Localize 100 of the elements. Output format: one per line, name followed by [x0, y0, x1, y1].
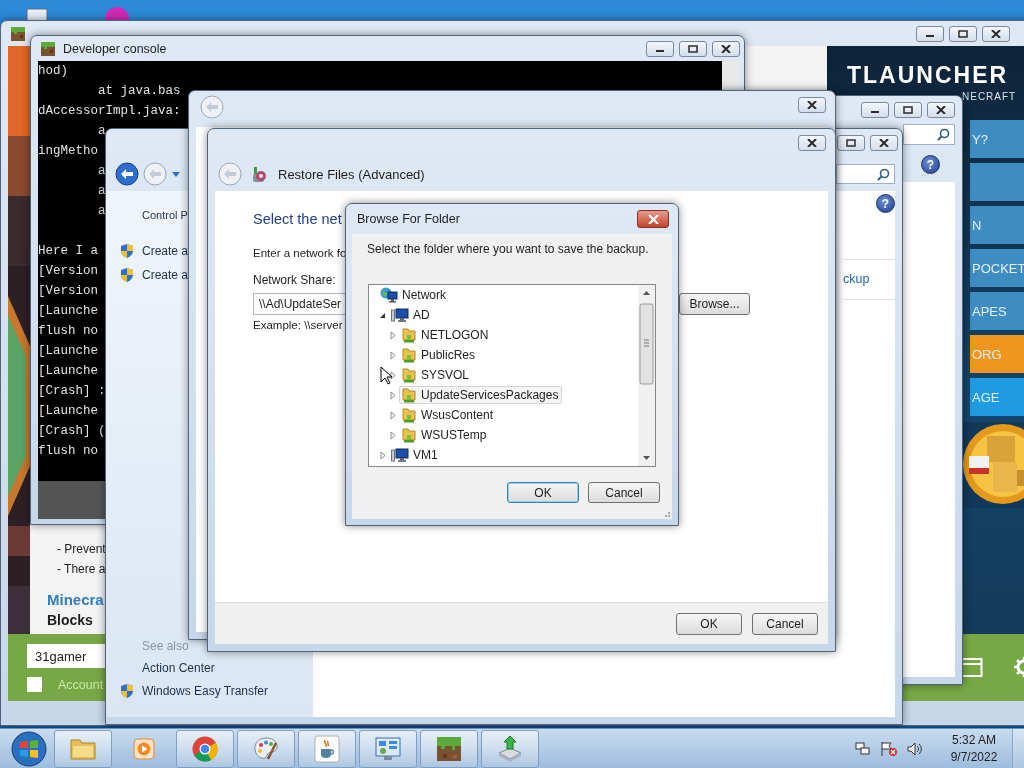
search-field[interactable]	[903, 124, 955, 145]
backup-icon	[251, 165, 268, 183]
field-label: Network Share:	[253, 273, 336, 287]
news-subheading: Blocks	[47, 612, 93, 628]
show-desktop-button[interactable]	[1012, 728, 1024, 768]
console-line: flush no	[38, 323, 98, 340]
console-line: ingMetho	[38, 143, 98, 160]
grass-block-icon	[10, 25, 26, 42]
minimize-button[interactable]	[646, 40, 674, 57]
console-line: hod)	[38, 63, 68, 80]
close-icon	[647, 214, 659, 224]
news-text: - Prevent	[56, 541, 106, 558]
console-line: flush no	[38, 443, 98, 460]
network-icon	[380, 287, 398, 303]
taskbar-button[interactable]	[298, 729, 356, 768]
dropdown-arrow-icon[interactable]	[171, 170, 181, 178]
shared-folder-icon	[401, 427, 417, 443]
tree-item[interactable]: UpdateServicesPackages	[399, 386, 563, 404]
nav-link[interactable]: Action Center	[142, 661, 215, 675]
section-heading: See also	[142, 639, 189, 653]
grass-block-icon	[435, 734, 463, 763]
close-icon	[721, 44, 731, 53]
minimize-button[interactable]	[916, 25, 944, 42]
console-line: [Crash] :	[38, 383, 106, 400]
window-title: Developer console	[63, 41, 167, 56]
close-icon	[807, 101, 817, 109]
taskbar-button[interactable]	[359, 729, 417, 768]
console-line: [Launche	[38, 343, 98, 360]
close-button[interactable]	[798, 97, 826, 113]
console-line: [Version	[38, 263, 98, 280]
clock-date[interactable]: 9/7/2022	[950, 748, 998, 766]
nav-link[interactable]: Create a	[142, 244, 189, 258]
maximize-icon	[688, 44, 698, 53]
maximize-button[interactable]	[894, 102, 922, 118]
console-line: a	[97, 183, 106, 200]
tree-item[interactable]: NETLOGON	[399, 326, 493, 344]
resize-grip-icon	[662, 509, 671, 518]
back-button[interactable]	[115, 162, 139, 186]
console-line: dAccessorImpl.java:	[38, 103, 181, 120]
taskbar-button[interactable]	[176, 729, 234, 768]
maximize-button[interactable]	[679, 40, 707, 57]
scrollbar[interactable]	[638, 285, 655, 466]
nav-link[interactable]: Create a	[142, 268, 189, 282]
help-button[interactable]: ?	[921, 155, 940, 174]
shared-folder-icon	[401, 387, 417, 403]
link[interactable]: ckup	[843, 272, 870, 286]
close-button[interactable]	[982, 25, 1010, 42]
speaker-icon[interactable]	[907, 740, 923, 757]
nav-link[interactable]: Control P	[142, 209, 188, 221]
close-button[interactable]	[637, 210, 669, 228]
taskbar-button[interactable]	[237, 729, 295, 768]
tree-item[interactable]: SYSVOL	[399, 366, 474, 384]
console-line: at java.bas	[97, 83, 181, 100]
computer-icon	[391, 307, 409, 323]
console-line: [Launche	[38, 303, 98, 320]
clock-time[interactable]: 5:32 AM	[952, 731, 996, 749]
cancel-button[interactable]: Cancel	[752, 612, 818, 635]
launcher-logo-text: TLAUNCHER	[847, 62, 1009, 89]
minimize-button[interactable]	[861, 102, 889, 118]
nav-link[interactable]: Windows Easy Transfer	[142, 684, 269, 698]
grass-block-icon	[40, 40, 56, 57]
expander-icon[interactable]	[388, 370, 398, 380]
flag-icon[interactable]	[880, 740, 898, 757]
checkbox[interactable]	[27, 677, 42, 692]
scrollbar	[722, 61, 739, 89]
username-field[interactable]: 31gamer	[27, 644, 105, 668]
search-field[interactable]	[836, 164, 895, 184]
close-button[interactable]	[927, 102, 955, 118]
network-icon[interactable]	[855, 740, 871, 757]
computer-icon	[391, 447, 409, 463]
maximize-icon	[958, 29, 968, 38]
close-button[interactable]	[870, 135, 898, 151]
close-button[interactable]	[712, 40, 740, 57]
maximize-button[interactable]	[949, 25, 977, 42]
tree-item[interactable]: Network	[378, 286, 450, 304]
browse-button[interactable]: Browse...	[679, 293, 750, 315]
shared-folder-icon	[401, 347, 417, 363]
dialog-title: Browse For Folder	[357, 212, 460, 226]
tree-item[interactable]: WsusContent	[399, 406, 498, 424]
coffee-cup-icon	[314, 734, 340, 763]
console-line: a	[97, 123, 106, 140]
taskbar-button[interactable]	[420, 729, 478, 768]
start-button[interactable]	[8, 729, 50, 768]
cancel-button[interactable]: Cancel	[588, 482, 660, 503]
help-button[interactable]: ?	[876, 194, 895, 213]
play-icon	[131, 735, 157, 762]
close-icon	[879, 139, 889, 147]
ok-button[interactable]: OK	[676, 612, 742, 635]
browser-icon	[191, 734, 219, 763]
news-text: - There a	[56, 561, 106, 578]
console-line: [Crash] (	[38, 423, 106, 440]
tree-item[interactable]: WSUSTemp	[399, 426, 491, 444]
tree-item[interactable]: AD	[389, 306, 434, 324]
tree-item[interactable]: VM1	[389, 446, 442, 464]
page-heading: Select the net	[253, 211, 342, 227]
close-button[interactable]	[798, 135, 826, 151]
tree-item[interactable]: PublicRes	[399, 346, 480, 364]
close-icon	[991, 29, 1001, 38]
maximize-button[interactable]	[837, 135, 865, 151]
ok-button[interactable]: OK	[507, 482, 579, 503]
